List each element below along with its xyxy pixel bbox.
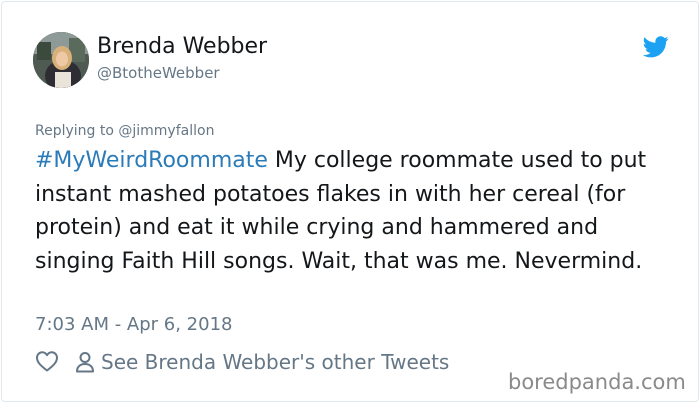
watermark: boredpanda.com	[508, 370, 686, 394]
tweet-timestamp[interactable]: 7:03 AM - Apr 6, 2018	[35, 313, 233, 337]
person-icon[interactable]	[75, 351, 95, 373]
twitter-bird-icon[interactable]	[643, 36, 669, 58]
tweet-card: Brenda Webber @BtotheWebber Replying to …	[1, 1, 699, 402]
avatar[interactable]	[33, 32, 89, 88]
heart-icon[interactable]	[35, 350, 59, 372]
avatar-photo	[33, 32, 89, 88]
hashtag-link[interactable]: #MyWeirdRoommate	[35, 148, 268, 173]
replying-to[interactable]: Replying to @jimmyfallon	[35, 122, 214, 140]
author-name[interactable]: Brenda Webber	[97, 33, 267, 61]
tweet-text: #MyWeirdRoommate My college roommate use…	[35, 144, 675, 278]
author-handle[interactable]: @BtotheWebber	[97, 63, 220, 83]
other-tweets-link[interactable]: See Brenda Webber's other Tweets	[101, 348, 449, 376]
